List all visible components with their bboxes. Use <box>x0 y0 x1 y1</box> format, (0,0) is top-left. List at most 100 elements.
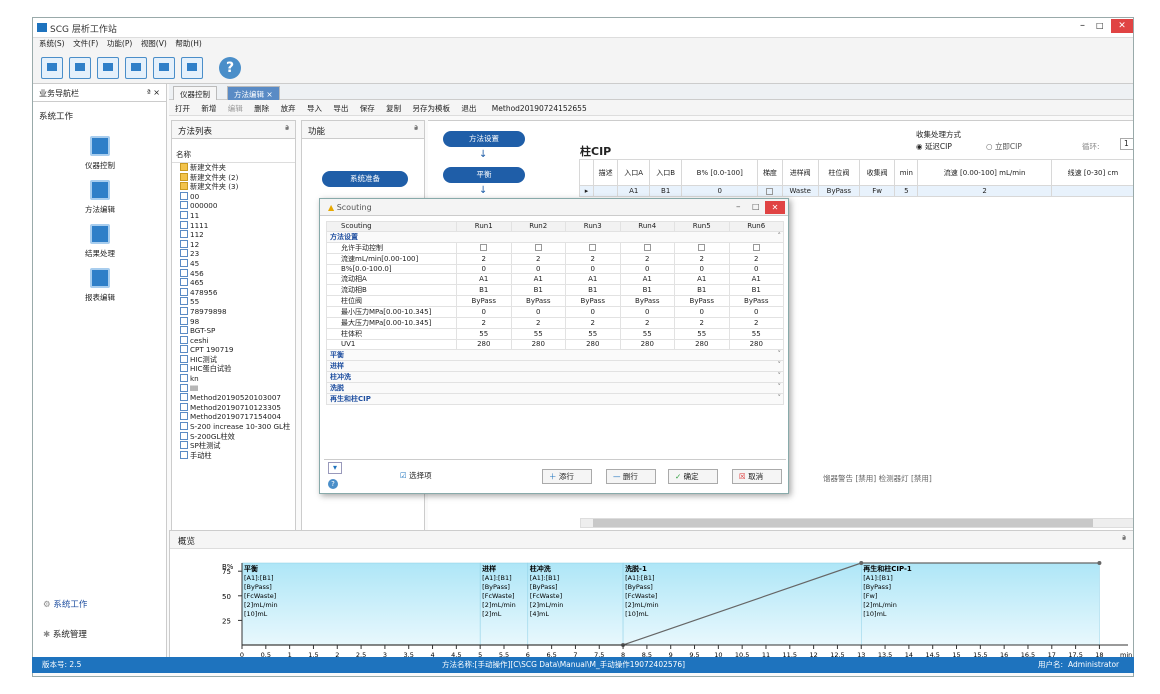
scouting-run-cell[interactable]: B1 <box>674 284 730 297</box>
manual-control-checkbox[interactable] <box>752 244 760 252</box>
expand-icon[interactable]: ˅ <box>778 361 782 369</box>
menu-function[interactable]: 功能(P) <box>107 39 132 48</box>
help-icon[interactable]: ? <box>219 57 241 79</box>
method-list-item[interactable]: 11 <box>172 211 295 221</box>
nav-bottom-system-admin[interactable]: ✱ 系统管理 <box>43 628 87 640</box>
step-method-settings[interactable]: 方法设置 <box>443 131 525 147</box>
panel-pin-icon[interactable]: ª <box>1122 535 1126 545</box>
scouting-run-cell[interactable]: ByPass <box>674 295 730 308</box>
method-list-item[interactable]: 手动柱 <box>172 451 295 461</box>
dialog-maximize-icon[interactable]: □ <box>752 202 760 211</box>
panel-pin-icon[interactable]: ª <box>285 125 289 135</box>
manual-control-checkbox[interactable] <box>698 244 706 252</box>
cip-cell[interactable]: 0 <box>681 185 759 197</box>
print-icon[interactable] <box>125 57 147 79</box>
scouting-run-cell[interactable]: 2 <box>674 317 730 330</box>
method-list-item[interactable]: 456 <box>172 269 295 279</box>
tools-icon[interactable] <box>181 57 203 79</box>
delete-button[interactable]: 删除 <box>254 104 269 113</box>
scouting-run-cell[interactable]: ByPass <box>456 295 512 308</box>
expand-icon[interactable]: ˅ <box>778 394 782 402</box>
cip-cell[interactable]: ByPass <box>817 185 860 197</box>
scouting-run-cell[interactable]: 0 <box>456 263 512 275</box>
scouting-run-cell[interactable] <box>456 241 512 254</box>
scouting-run-cell[interactable]: A1 <box>565 273 621 286</box>
method-list-item[interactable]: 新建文件夹 (3) <box>172 182 295 192</box>
method-list-item[interactable]: S-200GL柱效 <box>172 432 295 442</box>
nav-item-result[interactable]: 结果处理 <box>33 224 167 259</box>
dialog-help-icon[interactable]: ? <box>328 479 338 489</box>
method-list-item[interactable]: 98 <box>172 317 295 327</box>
instrument-icon[interactable] <box>41 57 63 79</box>
cip-cell[interactable]: B1 <box>649 185 683 197</box>
scouting-run-cell[interactable]: 280 <box>728 339 784 350</box>
scouting-section[interactable]: 平衡 ˅ <box>326 348 784 361</box>
scouting-run-cell[interactable]: 55 <box>728 328 784 341</box>
scouting-run-cell[interactable]: A1 <box>456 273 512 286</box>
cip-table-row[interactable]: ▸ A1 B1 0 Waste ByPass Fw 5 2 <box>579 185 1133 197</box>
scouting-run-cell[interactable]: 55 <box>619 328 675 341</box>
scouting-run-cell[interactable]: 2 <box>619 317 675 330</box>
scouting-run-cell[interactable]: 0 <box>510 306 566 319</box>
method-list-item[interactable]: kn <box>172 374 295 384</box>
scouting-run-cell[interactable]: 2 <box>510 252 566 265</box>
scouting-run-cell[interactable]: 280 <box>565 339 621 350</box>
method-list-item[interactable]: 78979898 <box>172 307 295 317</box>
new-button[interactable]: 新增 <box>201 104 216 113</box>
method-list-item[interactable]: 465 <box>172 278 295 288</box>
collapse-up-icon[interactable]: ˄ <box>778 232 782 240</box>
scouting-run-cell[interactable] <box>510 241 566 254</box>
scouting-run-cell[interactable]: 280 <box>510 339 566 350</box>
tab-instrument-control[interactable]: 仪器控制 <box>173 86 217 100</box>
method-list-item[interactable]: BGT-SP <box>172 326 295 336</box>
scouting-run-cell[interactable]: 2 <box>565 252 621 265</box>
cip-cell[interactable]: 2 <box>917 185 1052 197</box>
delete-row-button[interactable]: — 删行 <box>606 469 656 484</box>
scouting-run-cell[interactable]: A1 <box>728 273 784 286</box>
gradient-checkbox[interactable] <box>766 187 774 195</box>
scrollbar-thumb[interactable] <box>593 519 1093 527</box>
dialog-close-icon[interactable]: ✕ <box>765 201 785 214</box>
scouting-run-cell[interactable]: ByPass <box>619 295 675 308</box>
system-prep-button[interactable]: 系统准备 <box>322 171 408 187</box>
edit-button[interactable]: 编辑 <box>228 104 243 113</box>
scouting-section[interactable]: 进样 ˅ <box>326 359 784 372</box>
minimize-icon[interactable]: – <box>1080 20 1085 31</box>
maximize-icon[interactable]: □ <box>1096 21 1104 30</box>
scouting-run-cell[interactable]: B1 <box>619 284 675 297</box>
close-icon[interactable]: ✕ <box>1111 19 1133 33</box>
scouting-run-cell[interactable]: 2 <box>674 252 730 265</box>
add-row-button[interactable]: ＋ 添行 <box>542 469 592 484</box>
method-list-item[interactable]: 新建文件夹 (2) <box>172 173 295 183</box>
scouting-run-cell[interactable]: 2 <box>619 252 675 265</box>
nav-item-report[interactable]: 报表编辑 <box>33 268 167 303</box>
scouting-run-cell[interactable]: 0 <box>565 263 621 275</box>
radio-immediate-cip[interactable]: ○ 立即CIP <box>986 141 1022 152</box>
radio-delay-cip[interactable]: ◉ 延迟CIP <box>916 141 952 152</box>
scouting-section[interactable]: 洗脱 ˅ <box>326 381 784 394</box>
method-list-item[interactable]: Method20190710123305 <box>172 403 295 413</box>
tab-close-icon[interactable]: × <box>266 90 272 99</box>
import-button[interactable]: 导入 <box>307 104 322 113</box>
method-list-item[interactable]: 112 <box>172 230 295 240</box>
method-list-item[interactable]: 45 <box>172 259 295 269</box>
copy-button[interactable]: 复制 <box>386 104 401 113</box>
step-equilibrate[interactable]: 平衡 <box>443 167 525 183</box>
scouting-run-cell[interactable]: 2 <box>510 317 566 330</box>
dialog-minimize-icon[interactable]: – <box>736 202 741 212</box>
scouting-run-cell[interactable]: 55 <box>565 328 621 341</box>
cip-cell[interactable] <box>592 185 619 197</box>
cip-cell[interactable]: Waste <box>781 185 819 197</box>
cip-cell[interactable]: A1 <box>617 185 651 197</box>
scouting-run-cell[interactable]: 2 <box>456 317 512 330</box>
scouting-run-cell[interactable] <box>674 241 730 254</box>
nav-bottom-system-work[interactable]: ⚙ 系统工作 <box>43 598 87 610</box>
scouting-run-cell[interactable]: 2 <box>728 252 784 265</box>
method-list-item[interactable]: 12 <box>172 240 295 250</box>
scouting-run-cell[interactable]: 2 <box>456 252 512 265</box>
cancel-button[interactable]: ☒ 取消 <box>732 469 782 484</box>
exit-button[interactable]: 退出 <box>461 104 476 113</box>
ok-button[interactable]: ✓ 确定 <box>668 469 718 484</box>
method-list-item[interactable]: llll <box>172 384 295 394</box>
menu-help[interactable]: 帮助(H) <box>175 39 202 48</box>
